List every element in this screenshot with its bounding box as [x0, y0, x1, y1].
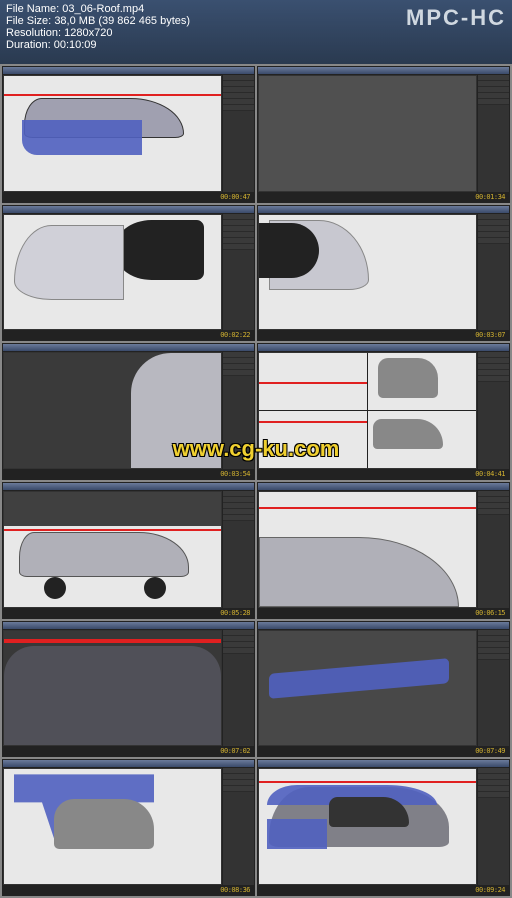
file-name-label: File Name: [6, 3, 59, 15]
info-bar: File Name: 03_06-Roof.mp4 File Size: 38,… [0, 0, 512, 64]
duration-value: 00:10:09 [54, 39, 97, 51]
viewport [258, 768, 477, 885]
window-titlebar [3, 344, 254, 352]
property-panel [222, 768, 254, 885]
window-titlebar [258, 483, 509, 491]
timecode: 00:07:02 [220, 747, 250, 755]
viewport [3, 768, 222, 885]
window-titlebar [3, 206, 254, 214]
viewport [3, 491, 222, 608]
window-titlebar [258, 760, 509, 768]
thumbnail-grid: 00:00:47 00:01:34 00:02:22 [0, 64, 512, 898]
timecode: 00:09:24 [475, 886, 505, 894]
timecode: 00:05:28 [220, 609, 250, 617]
property-panel [222, 630, 254, 747]
thumbnail-11[interactable]: 00:08:36 [2, 759, 255, 896]
property-panel [477, 491, 509, 608]
thumbnail-6[interactable]: 00:04:41 [257, 343, 510, 480]
timecode: 00:06:15 [475, 609, 505, 617]
window-titlebar [258, 622, 509, 630]
timecode: 00:08:36 [220, 886, 250, 894]
thumbnail-2[interactable]: 00:01:34 [257, 66, 510, 203]
viewport [258, 491, 477, 608]
resolution-value: 1280x720 [64, 27, 112, 39]
window-titlebar [3, 483, 254, 491]
thumbnail-9[interactable]: 00:07:02 [2, 621, 255, 758]
viewport [3, 214, 222, 331]
viewport [258, 214, 477, 331]
property-panel [222, 75, 254, 192]
property-panel [222, 214, 254, 331]
thumbnail-7[interactable]: 00:05:28 [2, 482, 255, 619]
timecode: 00:01:34 [475, 193, 505, 201]
app-name: MPC-HC [406, 3, 506, 31]
property-panel [477, 768, 509, 885]
window-titlebar [258, 67, 509, 75]
viewport [258, 630, 477, 747]
thumbnail-3[interactable]: 00:02:22 [2, 205, 255, 342]
window-titlebar [3, 760, 254, 768]
file-size-label: File Size: [6, 15, 51, 27]
viewport [3, 75, 222, 192]
thumbnail-8[interactable]: 00:06:15 [257, 482, 510, 619]
property-panel [477, 75, 509, 192]
property-panel [222, 491, 254, 608]
viewport [258, 75, 477, 192]
duration-label: Duration: [6, 39, 51, 51]
window-titlebar [3, 67, 254, 75]
timecode: 00:03:07 [475, 331, 505, 339]
property-panel [477, 352, 509, 469]
thumbnail-12[interactable]: 00:09:24 [257, 759, 510, 896]
file-size-value: 38,0 MB (39 862 465 bytes) [54, 15, 190, 27]
property-panel [477, 214, 509, 331]
window-titlebar [3, 622, 254, 630]
window-titlebar [258, 344, 509, 352]
viewport [3, 630, 222, 747]
thumbnail-4[interactable]: 00:03:07 [257, 205, 510, 342]
timecode: 00:04:41 [475, 470, 505, 478]
property-panel [222, 352, 254, 469]
thumbnail-1[interactable]: 00:00:47 [2, 66, 255, 203]
timecode: 00:03:54 [220, 470, 250, 478]
timecode: 00:02:22 [220, 331, 250, 339]
timecode: 00:07:49 [475, 747, 505, 755]
info-left: File Name: 03_06-Roof.mp4 File Size: 38,… [6, 3, 190, 61]
property-panel [477, 630, 509, 747]
thumbnail-10[interactable]: 00:07:49 [257, 621, 510, 758]
resolution-label: Resolution: [6, 27, 61, 39]
timecode: 00:00:47 [220, 193, 250, 201]
file-name-value: 03_06-Roof.mp4 [62, 3, 144, 15]
thumbnail-5[interactable]: 00:03:54 [2, 343, 255, 480]
viewport [258, 352, 477, 469]
viewport [3, 352, 222, 469]
window-titlebar [258, 206, 509, 214]
